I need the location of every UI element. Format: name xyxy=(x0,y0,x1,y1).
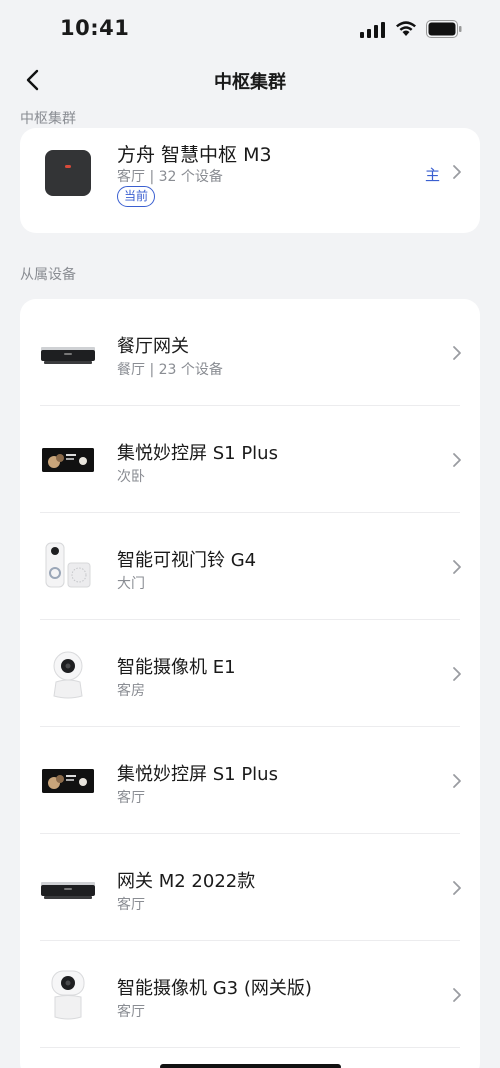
device-row[interactable]: 集悦妙控屏 S1 Plus 次卧 xyxy=(20,406,480,513)
control-screen-icon xyxy=(42,769,94,793)
wifi-icon xyxy=(396,21,416,36)
device-room: 次卧 xyxy=(117,469,145,485)
devices-card: 餐厅网关 餐厅 | 23 个设备 集悦妙控屏 S1 Plus 次卧 智能可视门铃… xyxy=(20,299,480,1068)
device-row[interactable]: 网关 M2 2022款 客厅 xyxy=(20,834,480,941)
current-badge: 当前 xyxy=(117,186,156,207)
camera-g3-icon xyxy=(51,970,85,1020)
device-room: 客房 xyxy=(117,683,145,699)
devices-section-label: 从属设备 xyxy=(20,267,76,283)
device-row[interactable]: 智能摄像机 E1 客房 xyxy=(20,620,480,727)
device-name: 网关 M2 2022款 xyxy=(117,871,256,892)
gateway-icon xyxy=(41,882,95,899)
hub-name: 方舟 智慧中枢 M3 xyxy=(117,144,272,166)
doorbell-icon xyxy=(45,542,91,588)
device-name: 智能可视门铃 G4 xyxy=(117,550,257,571)
device-room: 客厅 xyxy=(117,790,145,806)
hub-section-label: 中枢集群 xyxy=(20,111,76,127)
camera-icon xyxy=(53,651,83,699)
page-title: 中枢集群 xyxy=(214,72,286,93)
device-name: 集悦妙控屏 S1 Plus xyxy=(117,443,278,464)
chevron-right-icon xyxy=(453,774,461,788)
chevron-right-icon xyxy=(453,453,461,467)
device-name: 智能摄像机 E1 xyxy=(117,657,236,678)
device-room: 大门 xyxy=(117,576,145,592)
chevron-right-icon xyxy=(453,667,461,681)
chevron-right-icon xyxy=(453,881,461,895)
status-time: 10:41 xyxy=(60,16,130,40)
gateway-icon xyxy=(41,347,95,364)
device-name: 智能摄像机 G3 (网关版) xyxy=(117,978,312,999)
chevron-right-icon xyxy=(453,988,461,1002)
device-row[interactable]: 餐厅网关 餐厅 | 23 个设备 xyxy=(20,299,480,406)
device-row[interactable]: 智能可视门铃 G4 大门 xyxy=(20,513,480,620)
device-row[interactable]: 集悦妙控屏 S1 Plus 客厅 xyxy=(20,727,480,834)
hub-m3-icon xyxy=(45,150,91,196)
device-room: 客厅 xyxy=(117,1004,145,1020)
chevron-right-icon xyxy=(453,346,461,360)
device-room: 客厅 xyxy=(117,897,145,913)
hub-card: 方舟 智慧中枢 M3 客厅 | 32 个设备 当前 主 xyxy=(20,128,480,233)
battery-icon xyxy=(426,20,462,38)
device-row[interactable]: 智能摄像机 G3 (网关版) 客厅 xyxy=(20,941,480,1048)
row-divider xyxy=(40,1047,460,1048)
primary-role-badge: 主 xyxy=(425,166,441,184)
status-bar: 10:41 xyxy=(0,0,500,60)
chevron-right-icon xyxy=(453,560,461,574)
hub-row[interactable]: 方舟 智慧中枢 M3 客厅 | 32 个设备 当前 主 xyxy=(20,128,480,233)
hub-subtitle: 客厅 | 32 个设备 xyxy=(117,169,223,185)
control-screen-icon xyxy=(42,448,94,472)
device-name: 餐厅网关 xyxy=(117,336,189,357)
cellular-signal-icon xyxy=(360,22,385,38)
device-name: 集悦妙控屏 S1 Plus xyxy=(117,764,278,785)
navigation-bar: 中枢集群 xyxy=(0,60,500,100)
chevron-right-icon xyxy=(453,165,461,179)
home-indicator xyxy=(160,1064,341,1068)
device-room: 餐厅 | 23 个设备 xyxy=(117,362,223,378)
